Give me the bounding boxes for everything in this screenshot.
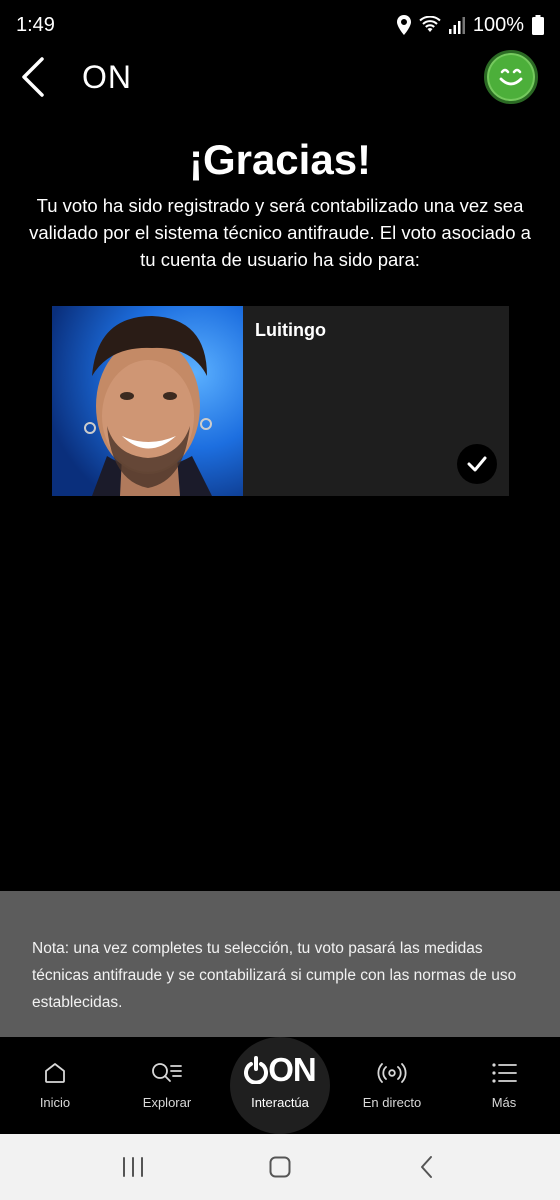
nav-item-mas[interactable]: Más [454,1037,554,1134]
system-back-button[interactable] [397,1142,457,1192]
selected-badge [457,444,497,484]
bottom-navigation: Inicio Explorar ON Interactúa En directo… [0,1037,560,1134]
wifi-icon [419,16,441,34]
vote-confirmation-message: Tu voto ha sido registrado y será contab… [29,195,531,270]
signal-icon [448,16,465,34]
page-title: ON [82,58,132,95]
home-button[interactable] [250,1142,310,1192]
status-icons: 100% [396,13,544,37]
voted-contestant-card: Luitingo [52,306,509,496]
back-button[interactable] [20,55,64,99]
chevron-left-icon [22,57,44,97]
user-avatar-button[interactable] [484,50,538,104]
note-text: Nota: una vez completes tu selección, tu… [32,940,517,1011]
recent-apps-icon [123,1157,144,1177]
thanks-heading: ¡Gracias! [188,136,372,183]
status-time: 1:49 [16,13,55,36]
contestant-info: Luitingo [243,306,509,496]
nav-label-explorar: Explorar [142,1095,192,1110]
app-header: ON [0,50,560,104]
nav-item-en-directo[interactable]: En directo [342,1037,442,1134]
back-icon [420,1156,432,1178]
home-circle-icon [269,1156,291,1178]
on-logo-text: ON [268,1051,316,1088]
antifraud-note: Nota: una vez completes tu selección, tu… [0,891,560,1037]
battery-icon [532,15,544,35]
status-bar: 1:49 100% [0,0,560,50]
nav-label-mas: Más [491,1095,517,1110]
search-list-icon [151,1059,183,1087]
home-icon [43,1059,67,1087]
battery-percent: 100% [472,13,524,36]
menu-list-icon [491,1059,517,1087]
nav-item-inicio[interactable]: Inicio [5,1037,105,1134]
nav-item-interactua[interactable]: ON Interactúa [230,1037,330,1134]
contestant-photo [52,306,243,496]
on-logo-icon: ON [244,1051,317,1089]
system-navigation-bar [0,1134,560,1200]
broadcast-icon [376,1059,408,1087]
nav-label-interactua: Interactúa [251,1095,309,1110]
nav-label-en-directo: En directo [362,1095,422,1110]
contestant-name: Luitingo [255,320,326,340]
smiley-face-icon [499,68,523,86]
checkmark-icon [467,456,487,472]
location-icon [396,15,411,35]
nav-label-inicio: Inicio [39,1095,71,1110]
recent-apps-button[interactable] [103,1142,163,1192]
nav-item-explorar[interactable]: Explorar [117,1037,217,1134]
